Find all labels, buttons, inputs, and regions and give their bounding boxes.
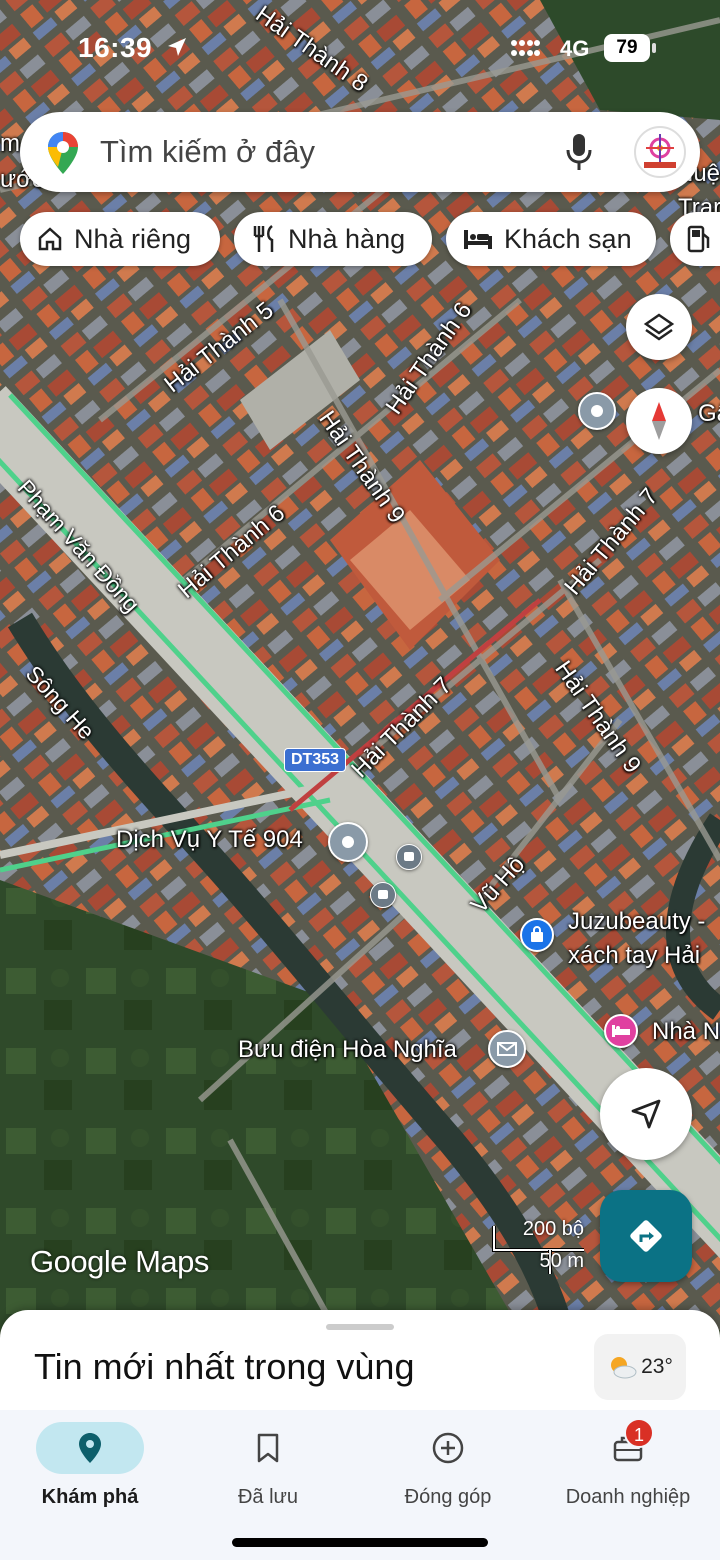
place-label[interactable]: Bưu điện Hòa Nghĩa [238,1036,457,1064]
restaurant-icon [253,225,274,252]
place-label[interactable]: Dịch Vụ Y Tế 904 [116,826,303,854]
google-maps-logo-icon [48,132,78,174]
gas-station-icon [687,225,710,253]
chip-label: Nhà riêng [74,223,192,254]
route-badge: DT353 [284,748,347,772]
nav-explore[interactable]: Khám phá [0,1416,180,1516]
chip-restaurants[interactable]: Nhà hàng [234,212,432,266]
search-input[interactable]: Tìm kiếm ở đây [100,134,315,170]
compass-icon [652,402,666,440]
directions-button[interactable] [600,1190,692,1282]
chip-gas[interactable] [670,212,720,266]
nav-contribute[interactable]: Đóng góp [358,1416,538,1516]
mail-icon[interactable] [488,1030,526,1068]
place-label[interactable]: Nhà N [652,1018,720,1046]
home-icon [38,227,62,251]
network-type: 4G [560,36,590,61]
directions-icon [630,1220,662,1252]
edge-label: m [0,130,20,157]
temperature: 23° [641,1355,673,1378]
scale-imperial: 200 bộ [522,1218,584,1240]
weather-chip[interactable]: 23° [594,1334,686,1400]
compass-button[interactable] [626,388,692,454]
chip-label: Khách sạn [504,223,632,254]
battery-level: 79 [604,34,650,62]
microphone-icon[interactable] [564,132,594,172]
shopping-bag-icon[interactable] [520,918,554,952]
scale-metric: 50 m [539,1250,584,1272]
hotel-icon[interactable] [604,1014,638,1048]
chip-hotels[interactable]: Khách sạn [446,212,656,266]
navigation-arrow-icon [631,1099,661,1129]
clock: 16:39 [78,32,153,63]
edge-label: Gâ [698,400,720,427]
avatar[interactable] [634,126,686,178]
hotel-icon [464,230,492,249]
battery-icon: 79 [604,34,656,62]
bookmark-icon [257,1433,279,1463]
nav-saved[interactable]: Đã lưu [178,1416,358,1516]
explore-pin-icon [79,1433,101,1463]
layers-button[interactable] [626,294,692,360]
notification-badge: 1 [624,1418,654,1448]
pin-icon[interactable] [328,822,368,862]
sheet-drag-handle[interactable] [326,1324,394,1330]
bus-stop-icon[interactable] [396,844,422,870]
search-bar[interactable]: Tìm kiếm ở đây [20,112,700,192]
home-indicator[interactable] [232,1538,488,1547]
place-label[interactable]: xách tay Hải [568,942,700,970]
place-label[interactable]: Juzubeauty - [568,908,705,936]
weather-cloud-sun-icon [611,1357,637,1379]
layers-icon [643,313,675,341]
add-circle-icon [432,1432,464,1464]
nav-label: Doanh nghiệp [565,1486,691,1508]
nav-label: Khám phá [41,1486,139,1508]
nav-label: Đã lưu [237,1486,299,1508]
bus-stop-icon[interactable] [370,882,396,908]
my-location-button[interactable] [600,1068,692,1160]
signal-icon [511,40,540,56]
scale-bar: 200 bộ 50 m [490,1216,590,1280]
sheet-title: Tin mới nhất trong vùng [34,1346,415,1387]
chip-label: Nhà hàng [288,223,406,254]
chip-home[interactable]: Nhà riêng [20,212,220,266]
location-arrow-icon [168,38,186,56]
profile-logo-icon [644,134,676,168]
google-maps-brand: Google Maps [30,1244,209,1279]
pin-icon[interactable] [578,392,616,430]
status-bar: 16:39 4G 79 [0,0,720,100]
nav-label: Đóng góp [404,1486,492,1508]
